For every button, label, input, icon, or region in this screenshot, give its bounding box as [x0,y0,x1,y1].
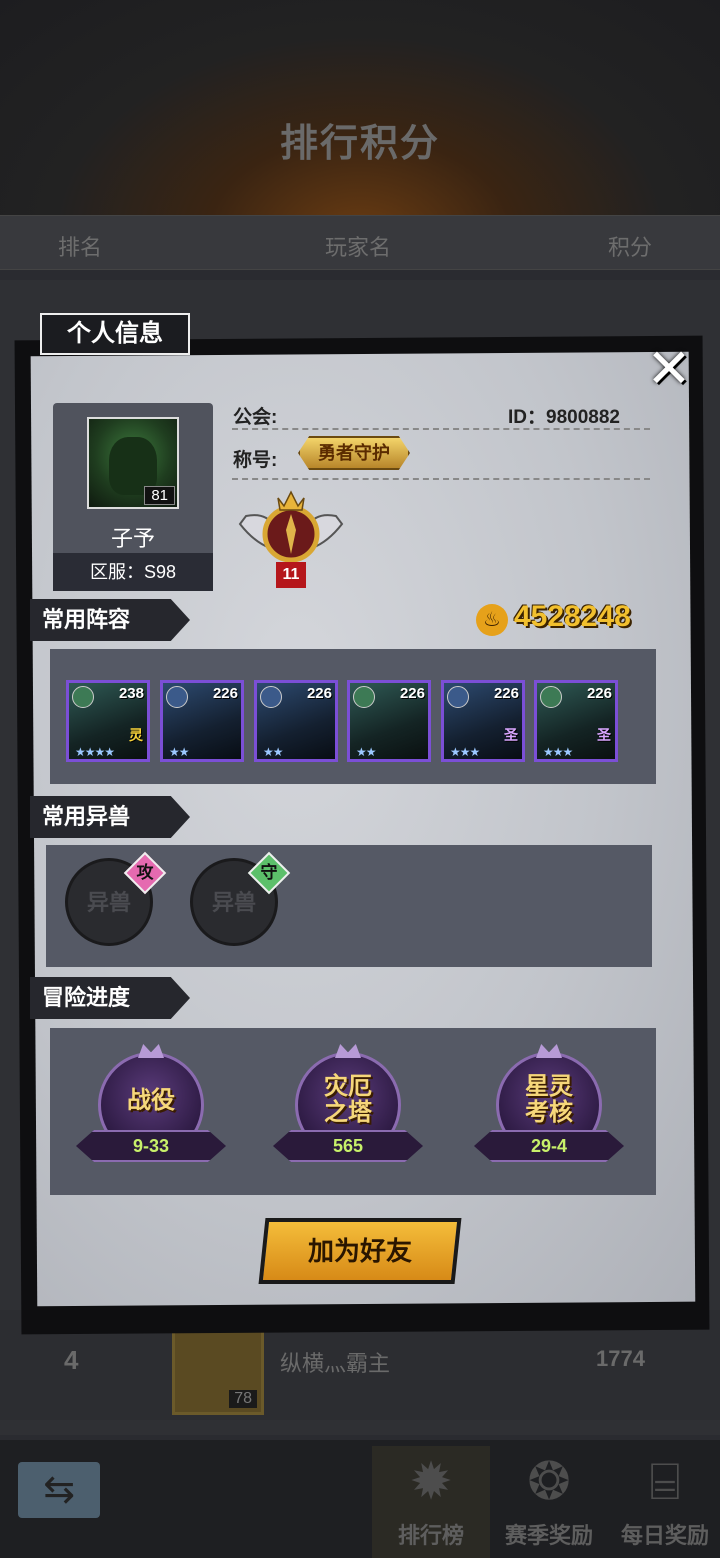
hero-class: 圣 [504,727,518,743]
back-arrow-icon: ⇆ [43,1469,75,1511]
spirit-trial-label: 星灵考核 [525,1073,573,1126]
row-score: 1774 [596,1346,645,1371]
nav-ranking[interactable]: ✹ 排行榜 [372,1446,490,1558]
title-label: 称号: [233,450,278,471]
add-friend-label: 加为好友 [307,1236,412,1266]
lineup-section-title: 常用阵容 [30,599,190,641]
spirit-trial-progress[interactable]: 星灵考核 29-4 [474,1044,624,1176]
player-level: 81 [144,486,175,505]
defense-badge-label: 守 [260,863,278,882]
emblem-icon: ❂ [527,1453,571,1511]
hero-class: 圣 [597,727,611,743]
header-player: 玩家名 [325,235,392,260]
hero-stars: ★★★★ [75,745,115,759]
element-icon [540,686,562,708]
campaign-label: 战役 [127,1087,175,1114]
gift-icon: ⌸ [649,1453,681,1511]
combat-power-value: 4528248 [514,600,631,633]
hero-stars: ★★★ [450,745,480,759]
tower-label: 灾厄之塔 [324,1073,372,1126]
back-button[interactable]: ⇆ [18,1462,100,1518]
element-icon [260,686,282,708]
spirit-trial-value: 29-4 [474,1130,624,1162]
hero-slot[interactable]: 226 ★★ [254,680,338,762]
row-player-name: 纵横灬霸主 [280,1351,391,1376]
attack-badge-label: 攻 [136,863,154,882]
adventure-section-title: 冒险进度 [30,977,190,1019]
close-button[interactable]: ✕ [640,340,698,398]
element-icon [72,686,94,708]
header-rank: 排名 [58,235,103,260]
hero-slot[interactable]: 226 ★★ [347,680,431,762]
hero-level: 226 [399,685,425,702]
row-avatar-level: 78 [229,1390,257,1408]
hero-stars: ★★ [169,745,189,759]
title-badge: 勇者守护 [298,436,410,470]
ranking-banner [0,0,720,215]
guild-label: 公会: [233,407,278,428]
hero-level: 226 [586,685,612,702]
beast-section-title: 常用异兽 [30,796,190,838]
hero-class: 灵 [129,727,143,743]
hero-level: 226 [212,685,238,702]
element-icon [353,686,375,708]
header-score: 积分 [608,235,653,260]
ranking-title: 排行积分 [279,123,440,165]
player-avatar[interactable]: 81 [87,417,179,509]
nav-ranking-label: 排行榜 [397,1523,464,1548]
bottom-nav-bar: ⇆ ✹ 排行榜 ❂ 赛季奖励 ⌸ 每日奖励 [0,1440,720,1558]
hero-stars: ★★★ [543,745,573,759]
hero-slot[interactable]: 226 圣 ★★★ [534,680,618,762]
hero-level: 238 [118,685,144,702]
rank-emblem: 11 [236,486,346,592]
divider [232,478,650,480]
hero-level: 226 [493,685,519,702]
player-card: 81 子予 区服：S98 [53,403,213,591]
element-icon [166,686,188,708]
element-icon [447,686,469,708]
nav-daily-reward[interactable]: ⌸ 每日奖励 [606,1446,720,1558]
panel-title-tab: 个人信息 [40,313,190,355]
tower-progress[interactable]: 灾厄之塔 565 [273,1044,423,1176]
player-id: ID：9800882 [508,407,620,428]
row-rank: 4 [64,1345,79,1375]
rank-level: 11 [276,562,306,588]
player-server: 区服：S98 [53,553,213,591]
hero-stars: ★★ [263,745,283,759]
close-icon: ✕ [646,339,692,399]
hero-level: 226 [306,685,332,702]
tower-value: 565 [273,1130,423,1162]
sun-icon: ✹ [409,1453,453,1511]
nav-season-reward[interactable]: ❂ 赛季奖励 [490,1446,608,1558]
hero-slot[interactable]: 226 圣 ★★★ [441,680,525,762]
add-friend-button[interactable]: 加为好友 [258,1218,462,1284]
hero-slot[interactable]: 238 灵 ★★★★ [66,680,150,762]
nav-daily-reward-label: 每日奖励 [620,1523,709,1548]
divider [232,428,650,430]
hero-stars: ★★ [356,745,376,759]
hero-slot[interactable]: 226 ★★ [160,680,244,762]
power-icon: ♨ [476,604,508,636]
ranking-table-header: 排名 玩家名 积分 [0,215,720,270]
campaign-value: 9-33 [76,1130,226,1162]
nav-season-reward-label: 赛季奖励 [504,1523,593,1548]
player-name: 子予 [110,526,155,551]
campaign-progress[interactable]: 战役 9-33 [76,1044,226,1176]
